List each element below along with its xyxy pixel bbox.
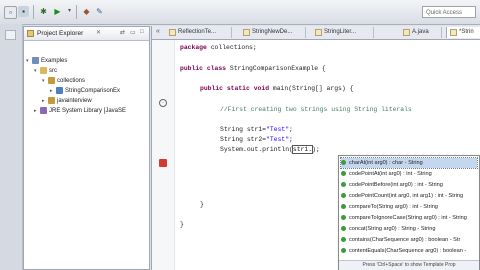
quick-access-field[interactable]: Quick Access <box>422 6 476 18</box>
code-line-close-main[interactable]: } <box>200 200 204 209</box>
method-icon <box>341 248 346 254</box>
error-marker-icon[interactable] <box>159 159 167 167</box>
new-java-project-icon[interactable]: ◆ <box>81 6 92 17</box>
save-icon[interactable]: ▪ <box>18 6 29 17</box>
tab-stringcomparison-active[interactable]: *Strin <box>446 27 480 38</box>
method-icon <box>341 226 346 232</box>
maximize-icon[interactable]: □ <box>140 29 144 35</box>
code-line-println[interactable]: System.out.println(str1.); <box>220 145 320 154</box>
package-icon <box>48 97 55 104</box>
tree-item-examples[interactable]: ▾ Examples <box>26 57 67 66</box>
main-toolbar: ▫ ▪ ✱ ▶ ▾ ◆ ✎ Quick Access <box>0 0 480 25</box>
assist-item-codepointcount[interactable]: codePointCount(int arg0, int arg1) : int… <box>341 191 477 201</box>
new-icon[interactable]: ▫ <box>4 6 17 19</box>
package-icon <box>48 77 55 84</box>
explorer-tabbar: Project Explorer ✕ ⇄ ▭ □ <box>24 27 149 41</box>
tree-item-jre-library[interactable]: ▸ JRE System Library [JavaSE <box>34 107 148 116</box>
project-explorer-panel: Project Explorer ✕ ⇄ ▭ □ ▾ Examples ▾ src … <box>23 26 150 270</box>
method-icon <box>341 182 346 188</box>
assist-item-concat[interactable]: concat(String arg0) : String - String <box>341 224 477 234</box>
assist-item-comparetoignorecase[interactable]: compareToIgnoreCase(String arg0) : int -… <box>341 213 477 223</box>
code-line-class[interactable]: public class StringComparisonExample { <box>180 64 326 73</box>
content-assist-footer: Press 'Ctrl+Space' to show Template Prop <box>339 260 479 270</box>
link-editor-icon[interactable]: ⇄ <box>120 29 125 36</box>
library-icon <box>40 107 47 114</box>
tab-stringnewdemo[interactable]: StringNewDe... <box>240 27 306 38</box>
method-icon <box>341 160 346 166</box>
close-icon[interactable]: ✕ <box>96 29 101 36</box>
code-line-str1[interactable]: String str1="Test"; <box>220 125 293 134</box>
code-line-comment[interactable]: //First creating two strings using Strin… <box>220 105 412 114</box>
tab-a-java[interactable]: A.java <box>400 27 442 38</box>
tree-item-stringcomparison[interactable]: ▸ StringComparisonEx <box>50 87 146 96</box>
left-trim-bar <box>0 24 23 270</box>
tree-item-javainterview[interactable]: ▸ javainterview <box>42 97 92 106</box>
tree-item-src[interactable]: ▾ src <box>34 67 57 76</box>
assist-item-compareto[interactable]: compareTo(String arg0) : int - String <box>341 202 477 212</box>
code-line-package[interactable]: package collections; <box>180 43 257 52</box>
assist-item-codepointbefore[interactable]: codePointBefore(int arg0) : int - String <box>341 180 477 190</box>
tab-reflectiontest[interactable]: ReflectionTe... <box>166 27 232 38</box>
editor-tabbar: « ReflectionTe... StringNewDe... StringL… <box>152 26 480 40</box>
assist-item-codepointat[interactable]: codePointAt(int arg0) : int - String <box>341 169 477 179</box>
code-line-main[interactable]: public static void main(String[] args) { <box>200 84 353 93</box>
project-icon <box>32 57 39 64</box>
assist-item-charat[interactable]: charAt(int arg0) : char - String <box>340 157 478 169</box>
source-folder-icon <box>40 67 47 74</box>
method-icon <box>341 171 346 177</box>
method-icon <box>341 215 346 221</box>
code-line-close-class[interactable]: } <box>180 220 184 229</box>
editor-gutter: - <box>152 40 175 270</box>
assist-item-contains[interactable]: contains(CharSequence arg0) : boolean - … <box>341 235 477 245</box>
debug-icon[interactable]: ✱ <box>38 6 49 17</box>
assist-item-contentequals[interactable]: contentEquals(CharSequence arg0) : boole… <box>341 246 477 256</box>
java-file-icon <box>56 87 63 94</box>
project-explorer-icon <box>27 30 34 37</box>
run-dropdown-icon[interactable]: ▾ <box>64 6 75 17</box>
tab-overflow-icon[interactable]: « <box>156 28 160 35</box>
open-type-icon[interactable]: ✎ <box>94 6 105 17</box>
method-icon <box>341 204 346 210</box>
explorer-title[interactable]: Project Explorer <box>37 29 83 38</box>
method-icon <box>341 237 346 243</box>
minimize-icon[interactable]: ▭ <box>130 29 136 36</box>
restore-icon[interactable] <box>5 30 16 40</box>
tab-stringliteral[interactable]: StringLiter... <box>312 27 374 38</box>
tree-item-collections[interactable]: ▾ collections <box>42 77 85 86</box>
method-icon <box>341 193 346 199</box>
content-assist-popup: charAt(int arg0) : char - String codePoi… <box>338 155 480 270</box>
code-line-str2[interactable]: String str2="Test"; <box>220 135 293 144</box>
collapse-icon[interactable]: - <box>159 99 167 107</box>
run-icon[interactable]: ▶ <box>52 6 63 17</box>
